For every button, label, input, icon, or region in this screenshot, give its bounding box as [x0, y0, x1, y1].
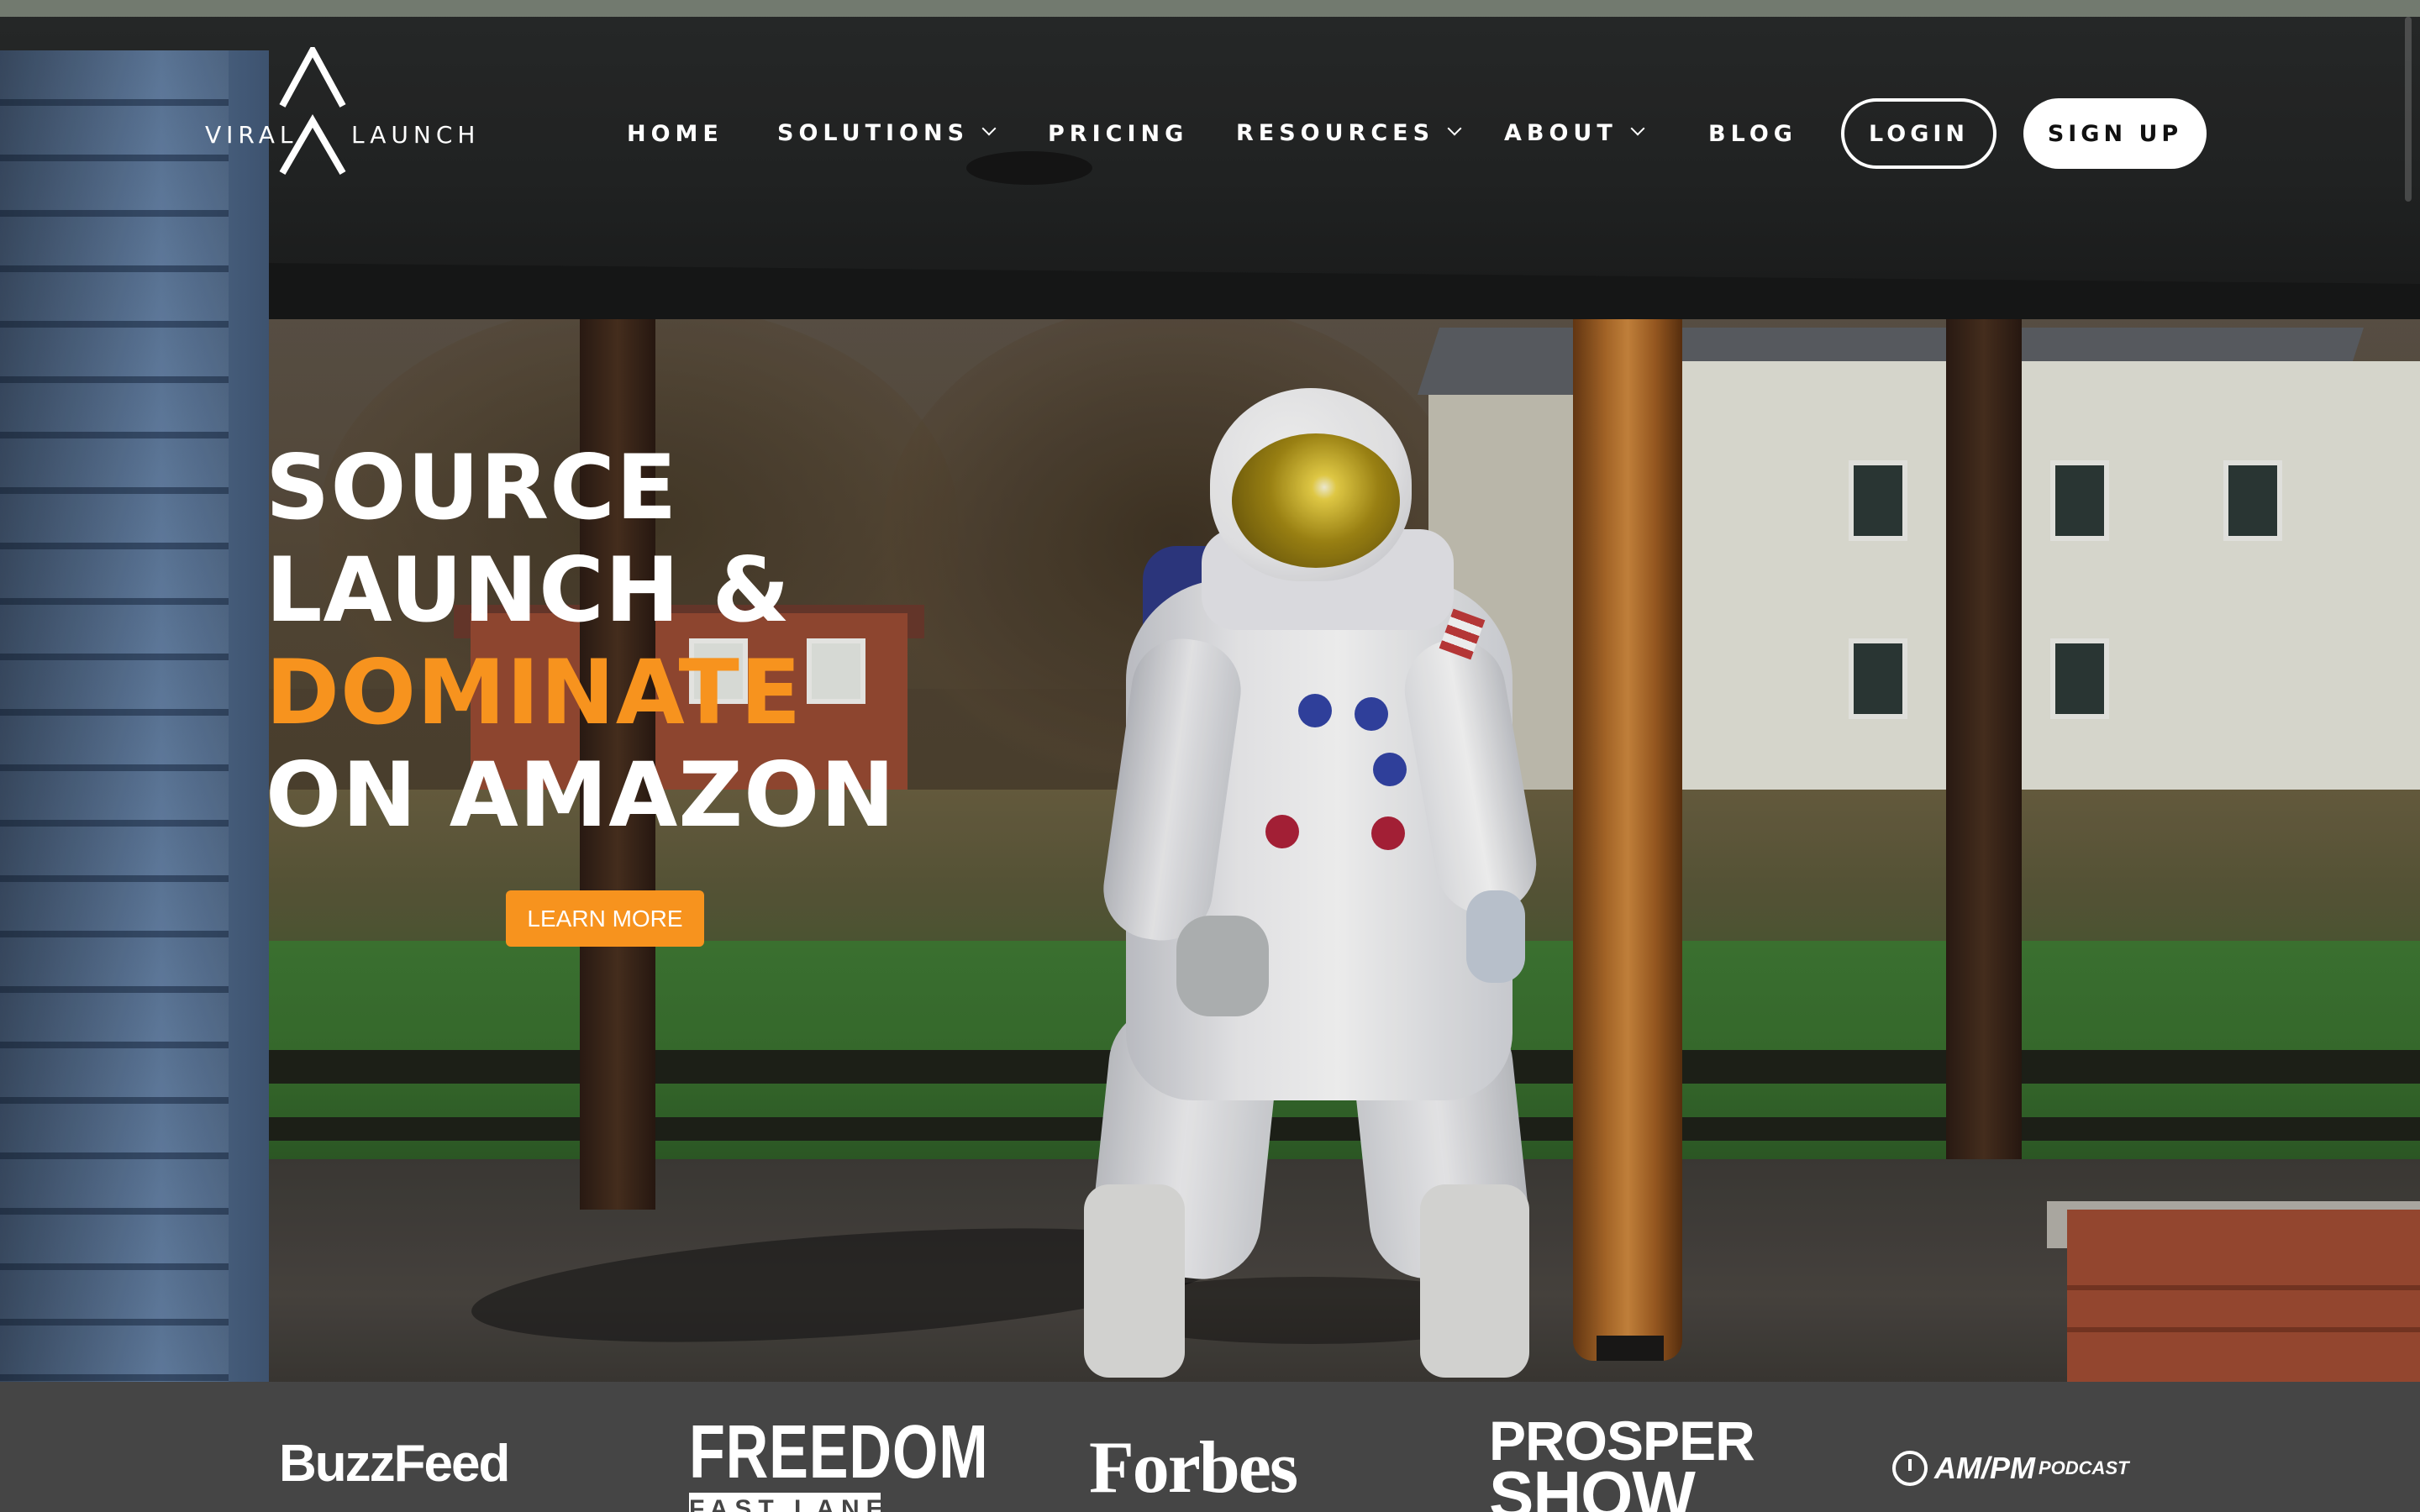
nav-label: PRICING	[1048, 121, 1189, 147]
logo-word-left: VIRAL	[205, 121, 298, 149]
chevron-down-icon	[1630, 121, 1645, 136]
press-logo-text: AM/PM	[1934, 1451, 2035, 1485]
nav-label: ABOUT	[1504, 120, 1618, 146]
headline-line: LAUNCH &	[266, 538, 791, 642]
nav-item-pricing[interactable]: PRICING	[1048, 118, 1188, 151]
nav-label: RESOURCES	[1236, 120, 1435, 146]
press-logo-prosper-show: PROSPER SHOW	[1489, 1413, 1755, 1512]
signup-button[interactable]: SIGN UP	[2023, 98, 2207, 169]
press-logo-subtitle: SHOW	[1489, 1457, 1696, 1512]
hero-headline: SOURCE LAUNCH & DOMINATE ON AMAZON	[266, 437, 896, 847]
press-logo-subtitle: PODCAST	[2039, 1457, 2129, 1478]
brand-logo[interactable]: VIRAL LAUNCH	[202, 47, 475, 181]
nav-item-resources[interactable]: RESOURCES	[1236, 117, 1462, 150]
press-logo-text: Forbes	[1089, 1427, 1298, 1509]
nav-item-blog[interactable]: BLOG	[1708, 118, 1797, 151]
logo-word-right: LAUNCH	[351, 121, 481, 149]
press-logos-strip: BuzzFeed FREEDOM FAST LANE Forbes PROSPE…	[0, 1382, 2420, 1512]
nav-item-solutions[interactable]: SOLUTIONS	[777, 117, 997, 150]
hero-section: SOURCE LAUNCH & DOMINATE ON AMAZON LEARN…	[0, 0, 2420, 1382]
press-logo-buzzfeed: BuzzFeed	[279, 1434, 510, 1494]
learn-more-button[interactable]: LEARN MORE	[506, 890, 704, 947]
chevron-down-icon	[981, 121, 997, 136]
nav-label: HOME	[627, 121, 723, 147]
press-logo-forbes: Forbes	[1089, 1425, 1298, 1510]
logo-chevron-icon	[279, 47, 346, 176]
clock-icon	[1892, 1451, 1928, 1486]
chevron-down-icon	[1447, 121, 1462, 136]
nav-label: BLOG	[1708, 121, 1797, 147]
nav-label: SOLUTIONS	[777, 120, 970, 146]
top-navigation: VIRAL LAUNCH HOME SOLUTIONS PRICING RESO…	[0, 0, 2420, 176]
press-logo-text: BuzzFeed	[279, 1435, 510, 1493]
login-button[interactable]: LOGIN	[1841, 98, 1996, 169]
headline-accent-line: DOMINATE	[266, 641, 802, 744]
headline-line: ON AMAZON	[266, 743, 896, 847]
press-logo-subtitle: FAST LANE	[689, 1493, 883, 1512]
press-logo-ampm-podcast: AM/PM PODCAST	[1892, 1451, 2129, 1486]
nav-item-about[interactable]: ABOUT	[1504, 117, 1645, 150]
press-logo-text: FREEDOM	[689, 1410, 989, 1494]
press-logo-freedom-fast-lane: FREEDOM FAST LANE	[689, 1410, 1073, 1512]
nav-item-home[interactable]: HOME	[627, 118, 723, 151]
headline-line: SOURCE	[266, 436, 678, 539]
